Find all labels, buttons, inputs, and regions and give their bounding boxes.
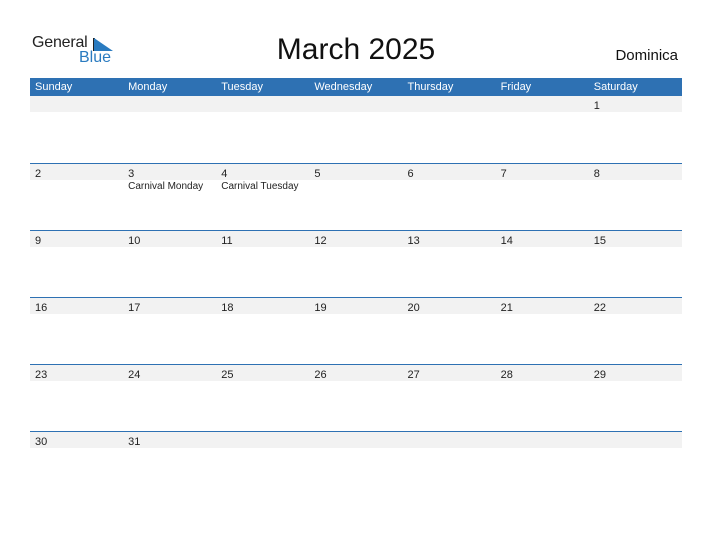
day-number: 7 (500, 168, 507, 180)
day-cell: 8 (589, 164, 682, 180)
day-number: 26 (314, 369, 327, 381)
day-cell: 1 (589, 96, 682, 112)
page-title: March 2025 (276, 33, 436, 66)
day-cell (123, 96, 216, 112)
day-number: 22 (593, 302, 606, 314)
day-cell: 25 (216, 365, 309, 381)
day-cell: 14 (496, 231, 589, 247)
holiday-label: Carnival Tuesday (221, 181, 299, 192)
weekday-tuesday: Tuesday (221, 81, 264, 93)
day-number: 23 (35, 369, 48, 381)
date-strip: 23 24 25 26 27 28 29 (30, 365, 682, 381)
day-cell: 19 (309, 298, 402, 314)
day-cell: 16 (30, 298, 123, 314)
day-number: 15 (593, 235, 606, 247)
calendar: Sunday Monday Tuesday Wednesday Thursday Frid… (30, 78, 682, 498)
day-cell: 3 Carnival Monday (123, 164, 216, 192)
day-number: 4 (221, 168, 228, 180)
weekday-monday: Monday (128, 81, 168, 93)
week-row: 1 (30, 96, 682, 163)
day-cell: 17 (123, 298, 216, 314)
day-number: 20 (407, 302, 420, 314)
weekday-header: Sunday Monday Tuesday Wednesday Thursday Frid… (30, 78, 682, 96)
day-number: 10 (128, 235, 141, 247)
weekday-saturday: Saturday (593, 81, 638, 93)
day-cell (309, 432, 402, 448)
day-number: 13 (407, 235, 420, 247)
day-number: 28 (500, 369, 513, 381)
day-cell (216, 432, 309, 448)
day-number: 19 (314, 302, 327, 314)
week-row: 16 17 18 19 20 21 22 (30, 297, 682, 364)
country-label: Dominica (615, 47, 678, 64)
day-cell: 20 (403, 298, 496, 314)
day-number: 30 (35, 436, 48, 448)
weekday-wednesday: Wednesday (314, 81, 373, 93)
day-cell: 12 (309, 231, 402, 247)
day-cell: 6 (403, 164, 496, 180)
day-cell: 22 (589, 298, 682, 314)
day-number: 25 (221, 369, 234, 381)
day-number: 27 (407, 369, 420, 381)
day-number: 24 (128, 369, 141, 381)
week-row: 9 10 11 12 13 14 15 (30, 230, 682, 297)
day-cell: 7 (496, 164, 589, 180)
day-cell: 2 (30, 164, 123, 180)
day-cell: 23 (30, 365, 123, 381)
day-number: 2 (35, 168, 42, 180)
day-cell: 9 (30, 231, 123, 247)
day-number: 1 (593, 100, 600, 112)
day-cell: 13 (403, 231, 496, 247)
weekday-sunday: Sunday (35, 81, 73, 93)
date-strip: 9 10 11 12 13 14 15 (30, 231, 682, 247)
day-cell: 29 (589, 365, 682, 381)
day-cell: 30 (30, 432, 123, 448)
day-number: 31 (128, 436, 141, 448)
day-cell (216, 96, 309, 112)
weekday-friday: Friday (500, 81, 532, 93)
day-cell: 15 (589, 231, 682, 247)
week-row: 2 3 Carnival Monday 4 Carnival Tuesday 5 6 7 8 (30, 163, 682, 230)
day-cell: 27 (403, 365, 496, 381)
day-number: 14 (500, 235, 513, 247)
day-number: 9 (35, 235, 42, 247)
day-cell: 21 (496, 298, 589, 314)
date-strip: 16 17 18 19 20 21 22 (30, 298, 682, 314)
day-cell (309, 96, 402, 112)
day-cell (496, 432, 589, 448)
holiday-label: Carnival Monday (128, 181, 204, 192)
day-number: 17 (128, 302, 141, 314)
day-number: 6 (407, 168, 414, 180)
day-number: 18 (221, 302, 234, 314)
day-number: 5 (314, 168, 321, 180)
day-cell (403, 96, 496, 112)
week-row: 23 24 25 26 27 28 29 (30, 364, 682, 431)
day-cell: 24 (123, 365, 216, 381)
day-cell: 28 (496, 365, 589, 381)
week-row: 30 31 (30, 431, 682, 498)
day-cell (496, 96, 589, 112)
day-cell: 26 (309, 365, 402, 381)
day-number: 3 (128, 168, 135, 180)
date-strip: 30 31 (30, 432, 682, 448)
day-cell: 5 (309, 164, 402, 180)
day-cell (30, 96, 123, 112)
day-cell (403, 432, 496, 448)
day-number: 21 (500, 302, 513, 314)
day-number: 8 (593, 168, 600, 180)
day-cell: 4 Carnival Tuesday (216, 164, 309, 192)
date-strip: 1 (30, 96, 682, 112)
day-cell (589, 432, 682, 448)
day-cell: 31 (123, 432, 216, 448)
day-number: 12 (314, 235, 327, 247)
day-number: 16 (35, 302, 48, 314)
day-cell: 10 (123, 231, 216, 247)
day-cell: 11 (216, 231, 309, 247)
day-cell: 18 (216, 298, 309, 314)
day-number: 29 (593, 369, 606, 381)
day-number: 11 (221, 235, 233, 247)
weekday-thursday: Thursday (407, 81, 454, 93)
date-strip: 2 3 Carnival Monday 4 Carnival Tuesday 5 6 7 8 (30, 164, 682, 192)
